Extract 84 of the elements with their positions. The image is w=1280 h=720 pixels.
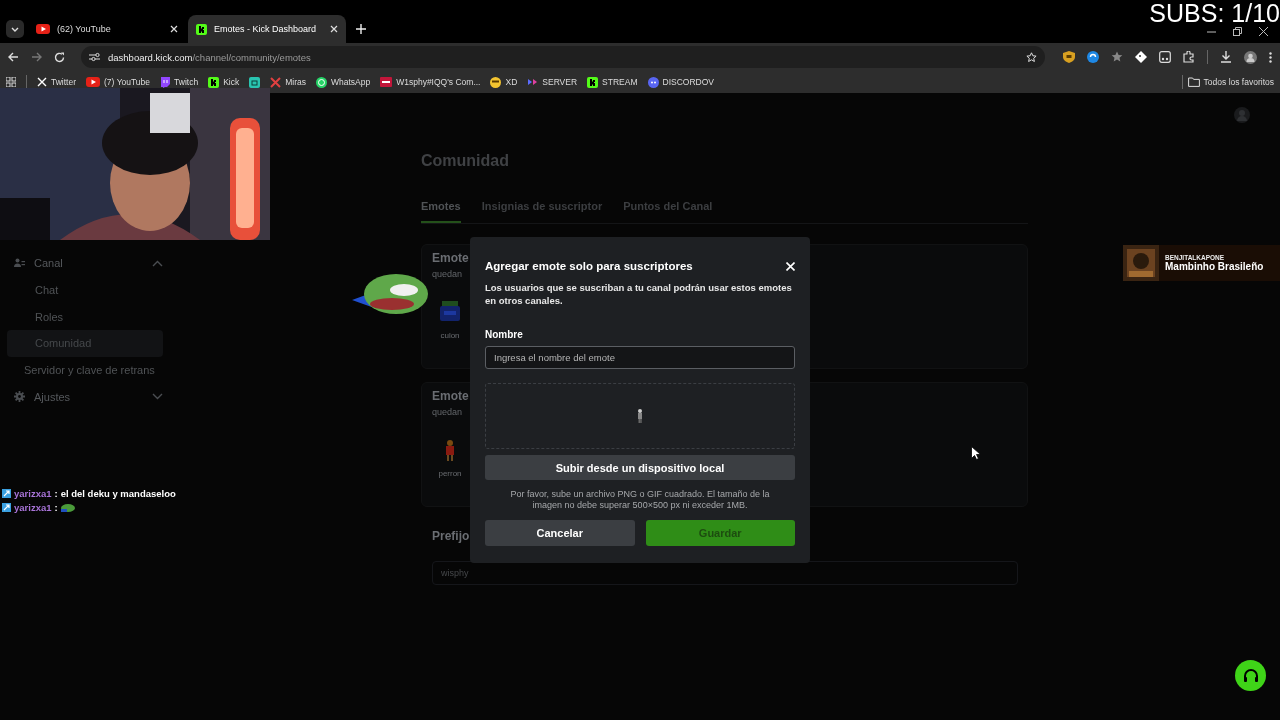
emote-name: perron — [438, 469, 462, 478]
restore-icon[interactable] — [1233, 27, 1242, 36]
emoji-icon — [490, 76, 502, 88]
emote-name: culon — [440, 331, 460, 340]
caret-icon — [11, 26, 19, 32]
cross-icon — [270, 76, 282, 88]
youtube-icon — [36, 24, 50, 34]
upload-button[interactable]: Subir desde un dispositivo local — [485, 455, 795, 480]
folder-icon — [1187, 77, 1200, 87]
kick-icon — [587, 76, 599, 88]
avatar-icon[interactable] — [1244, 50, 1257, 64]
bookmark[interactable]: WhatsApp — [315, 76, 371, 88]
close-icon[interactable] — [1259, 27, 1268, 36]
youtube-icon — [86, 77, 101, 87]
bookmark[interactable]: W1sphy#IQQ's Com... — [380, 77, 481, 87]
subscriber-counter: SUBS: 1/10 — [1149, 1, 1280, 26]
all-bookmarks-button[interactable]: Todos los favoritos — [1187, 77, 1274, 87]
extension-icon[interactable] — [1087, 51, 1099, 63]
kick-icon — [208, 76, 220, 88]
app-icon[interactable] — [249, 76, 261, 88]
field-label: Prefijo — [432, 529, 470, 543]
star-icon[interactable] — [1026, 51, 1037, 63]
gear-icon — [14, 391, 25, 403]
bookmark[interactable]: SERVER — [527, 76, 578, 88]
star-icon[interactable] — [1111, 51, 1123, 63]
emote-icon — [60, 503, 75, 512]
bookmark[interactable]: Miras — [270, 76, 306, 88]
bookmark[interactable]: Kick — [208, 76, 240, 88]
emote-preview-icon — [637, 409, 643, 423]
browser-tab[interactable]: Emotes - Kick Dashboard — [188, 15, 346, 43]
screen-icon[interactable] — [1159, 51, 1171, 63]
bookmark[interactable]: XD — [490, 76, 518, 88]
x-icon — [37, 77, 47, 87]
diamond-icon[interactable] — [1135, 51, 1147, 63]
cancel-button[interactable]: Cancelar — [485, 520, 635, 546]
browser-tab[interactable]: (62) YouTube — [28, 15, 186, 43]
dialog-description: Los usuarios que se suscriban a tu canal podrán usar estos emotes en otros canales. — [485, 281, 793, 307]
chat-badge-icon — [2, 489, 11, 498]
discord-icon — [647, 76, 659, 88]
bookmark[interactable]: Twitch — [160, 76, 199, 88]
apps-icon[interactable] — [6, 77, 16, 87]
section-subtitle: quedan — [432, 269, 463, 279]
emote-icon — [444, 439, 456, 461]
chat-username: yarizxa1 — [14, 488, 52, 499]
section-subtitle: quedan — [432, 407, 463, 417]
puzzle-icon[interactable] — [1183, 51, 1195, 63]
chat-message: el del deku y mandaseloo — [60, 488, 176, 499]
bookmark[interactable]: STREAM — [587, 76, 638, 88]
cursor-icon — [971, 446, 980, 460]
new-tab-icon[interactable] — [356, 24, 366, 34]
section-title: Emote — [432, 389, 469, 403]
download-icon[interactable] — [1220, 51, 1232, 63]
bookmark[interactable]: Twitter — [37, 77, 77, 87]
whatsapp-icon — [315, 76, 327, 88]
people-icon — [14, 258, 25, 269]
chat-badge-icon — [2, 503, 11, 512]
shield-icon[interactable] — [1063, 51, 1075, 63]
server-icon — [527, 76, 539, 88]
chat-separator: : — [54, 488, 58, 499]
bookmark[interactable]: (7) YouTube — [86, 77, 151, 87]
dialog-title: Agregar emote solo para suscriptores — [485, 260, 693, 272]
badge-icon — [380, 77, 393, 87]
kick-icon — [196, 23, 207, 35]
close-icon[interactable] — [330, 25, 338, 33]
headset-icon — [1242, 667, 1259, 684]
address-bar[interactable]: dashboard.kick.com/channel/community/emotes — [81, 46, 1045, 68]
site-settings-icon[interactable] — [89, 52, 100, 62]
twitch-icon — [160, 76, 171, 88]
back-icon[interactable] — [8, 52, 19, 62]
section-title: Emote — [432, 251, 469, 265]
reload-icon[interactable] — [54, 51, 65, 63]
bookmark[interactable]: DISCORDOV — [647, 76, 714, 88]
tab-search-button[interactable] — [6, 20, 24, 38]
close-icon[interactable] — [170, 25, 178, 33]
song-title: Mambinho Brasileño — [1165, 261, 1264, 272]
chat-separator: : — [54, 502, 58, 513]
upload-hint: Por favor, sube un archivo PNG o GIF cuadrado. El tamaño de la imagen no debe superar 500×500 px ni exceder 1MB. — [509, 489, 771, 511]
menu-icon[interactable] — [1269, 51, 1272, 63]
page-title: Comunidad — [421, 152, 510, 170]
forward-icon[interactable] — [31, 52, 42, 62]
name-field[interactable]: Ingresa el nombre del emote — [485, 346, 795, 369]
chat-username: yarizxa1 — [14, 502, 52, 513]
emote-icon — [440, 301, 460, 323]
field-label: Nombre — [485, 329, 524, 340]
